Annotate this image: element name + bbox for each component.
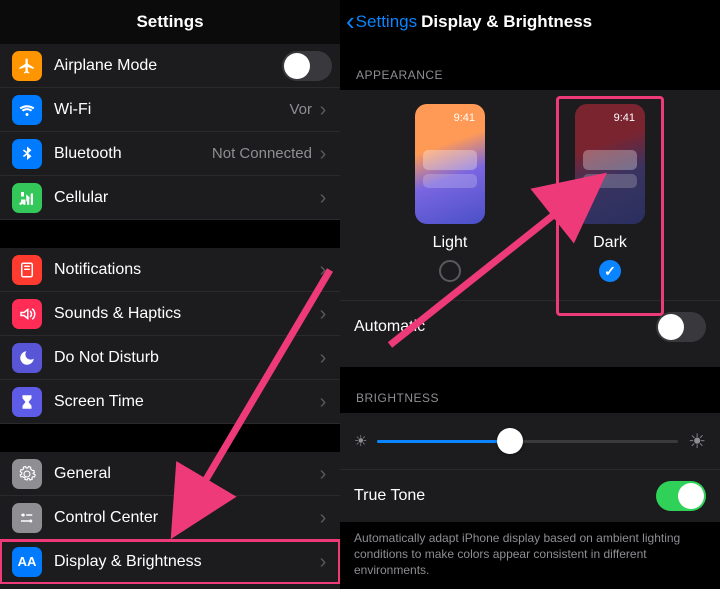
chevron-left-icon: ‹ bbox=[346, 14, 355, 30]
settings-row-screentime[interactable]: Screen Time› bbox=[0, 380, 340, 424]
settings-row-display[interactable]: AA Display & Brightness› bbox=[0, 540, 340, 584]
brightness-section-header: BRIGHTNESS bbox=[340, 367, 720, 413]
settings-row-notifications[interactable]: Notifications› bbox=[0, 248, 340, 292]
settings-row-sounds[interactable]: Sounds & Haptics› bbox=[0, 292, 340, 336]
settings-row-general[interactable]: General› bbox=[0, 452, 340, 496]
wifi-icon bbox=[12, 95, 42, 125]
light-label: Light bbox=[433, 234, 468, 252]
chevron-right-icon: › bbox=[314, 260, 332, 280]
control-icon bbox=[12, 503, 42, 533]
airplane-icon bbox=[12, 51, 42, 81]
row-label: Notifications bbox=[54, 261, 314, 279]
sun-small-icon: ☀︎ bbox=[354, 432, 367, 450]
truetone-row: True Tone bbox=[340, 469, 720, 522]
row-label: General bbox=[54, 465, 314, 483]
dark-radio[interactable] bbox=[599, 260, 621, 282]
chevron-right-icon: › bbox=[314, 348, 332, 368]
page-title: Display & Brightness bbox=[417, 12, 714, 32]
general-icon bbox=[12, 459, 42, 489]
display-icon: AA bbox=[12, 547, 42, 577]
settings-row-cellular[interactable]: Cellular› bbox=[0, 176, 340, 220]
row-label: Sounds & Haptics bbox=[54, 305, 314, 323]
settings-title: Settings bbox=[0, 0, 340, 44]
display-brightness-pane: ‹ Settings Display & Brightness APPEARAN… bbox=[340, 0, 720, 589]
cellular-icon bbox=[12, 183, 42, 213]
settings-row-control[interactable]: Control Center› bbox=[0, 496, 340, 540]
dark-label: Dark bbox=[593, 234, 627, 252]
brightness-slider[interactable] bbox=[377, 427, 678, 455]
notifications-icon bbox=[12, 255, 42, 285]
light-preview: 9:41 bbox=[415, 104, 485, 224]
settings-row-bluetooth[interactable]: BluetoothNot Connected› bbox=[0, 132, 340, 176]
chevron-right-icon: › bbox=[314, 100, 332, 120]
row-label: Airplane Mode bbox=[54, 57, 282, 75]
truetone-footnote: Automatically adapt iPhone display based… bbox=[340, 522, 720, 589]
row-label: Cellular bbox=[54, 189, 314, 207]
row-label: Display & Brightness bbox=[54, 553, 314, 571]
chevron-right-icon: › bbox=[314, 144, 332, 164]
row-label: Control Center bbox=[54, 509, 314, 527]
dnd-icon bbox=[12, 343, 42, 373]
back-button[interactable]: ‹ Settings bbox=[346, 12, 417, 32]
back-label: Settings bbox=[356, 12, 417, 32]
row-detail: Vor bbox=[289, 101, 312, 118]
automatic-toggle[interactable] bbox=[656, 312, 706, 342]
chevron-right-icon: › bbox=[314, 464, 332, 484]
appearance-mode-light[interactable]: 9:41 Light bbox=[390, 104, 510, 282]
automatic-label: Automatic bbox=[354, 318, 425, 336]
truetone-label: True Tone bbox=[354, 487, 425, 505]
appearance-mode-dark[interactable]: 9:41 Dark bbox=[550, 104, 670, 282]
chevron-right-icon: › bbox=[314, 392, 332, 412]
light-radio[interactable] bbox=[439, 260, 461, 282]
appearance-group: 9:41 Light 9:41 Dark Automatic bbox=[340, 90, 720, 367]
truetone-toggle[interactable] bbox=[656, 481, 706, 511]
chevron-right-icon: › bbox=[314, 188, 332, 208]
airplane-toggle[interactable] bbox=[282, 51, 332, 81]
screentime-icon bbox=[12, 387, 42, 417]
settings-row-dnd[interactable]: Do Not Disturb› bbox=[0, 336, 340, 380]
sun-large-icon: ☀︎ bbox=[688, 429, 706, 454]
settings-row-wifi[interactable]: Wi-FiVor› bbox=[0, 88, 340, 132]
row-detail: Not Connected bbox=[212, 145, 312, 162]
brightness-row: ☀︎ ☀︎ bbox=[340, 413, 720, 469]
settings-root-pane: Settings Airplane ModeWi-FiVor›Bluetooth… bbox=[0, 0, 340, 589]
row-label: Bluetooth bbox=[54, 145, 212, 163]
dark-preview: 9:41 bbox=[575, 104, 645, 224]
sounds-icon bbox=[12, 299, 42, 329]
settings-row-home[interactable]: Home Screen› bbox=[0, 584, 340, 589]
appearance-section-header: APPEARANCE bbox=[340, 44, 720, 90]
settings-row-airplane[interactable]: Airplane Mode bbox=[0, 44, 340, 88]
bluetooth-icon bbox=[12, 139, 42, 169]
chevron-right-icon: › bbox=[314, 304, 332, 324]
row-label: Screen Time bbox=[54, 393, 314, 411]
chevron-right-icon: › bbox=[314, 508, 332, 528]
row-label: Wi-Fi bbox=[54, 101, 289, 119]
row-label: Do Not Disturb bbox=[54, 349, 314, 367]
chevron-right-icon: › bbox=[314, 552, 332, 572]
